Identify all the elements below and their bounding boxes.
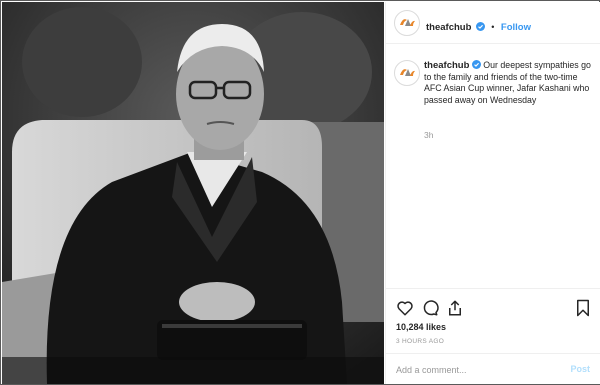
post-comment-button[interactable]: Post: [570, 364, 590, 374]
follow-button[interactable]: Follow: [501, 22, 531, 33]
header-account: theafchub • Follow: [426, 17, 531, 35]
post-caption: theafchub Our deepest sympathies go to t…: [424, 60, 592, 106]
heart-icon[interactable]: [396, 299, 414, 317]
comment-icon[interactable]: [421, 299, 439, 317]
instagram-post: theafchub • Follow theafchub Our deepest…: [0, 0, 600, 385]
comment-row: Post: [386, 353, 600, 385]
verified-badge-icon: [475, 22, 485, 31]
caption-time[interactable]: 3h: [424, 130, 433, 140]
post-photo-image: [2, 2, 384, 384]
post-sidebar: theafchub • Follow theafchub Our deepest…: [385, 2, 600, 384]
afc-logo-icon[interactable]: [394, 60, 420, 86]
follow-separator: •: [491, 22, 495, 32]
verified-badge-icon: [471, 60, 481, 69]
actions-section: 10,284 likes 3 HOURS AGO Post: [386, 288, 600, 384]
share-icon[interactable]: [446, 299, 464, 317]
bookmark-icon[interactable]: [574, 299, 592, 317]
afc-logo-icon[interactable]: [394, 10, 420, 36]
account-username[interactable]: theafchub: [426, 22, 471, 33]
likes-count[interactable]: 10,284 likes: [396, 322, 446, 332]
post-header: theafchub • Follow: [386, 2, 600, 44]
post-photo[interactable]: [2, 2, 384, 384]
caption-username[interactable]: theafchub: [424, 60, 469, 71]
comment-input[interactable]: [396, 362, 556, 378]
post-timestamp: 3 HOURS AGO: [396, 338, 445, 345]
